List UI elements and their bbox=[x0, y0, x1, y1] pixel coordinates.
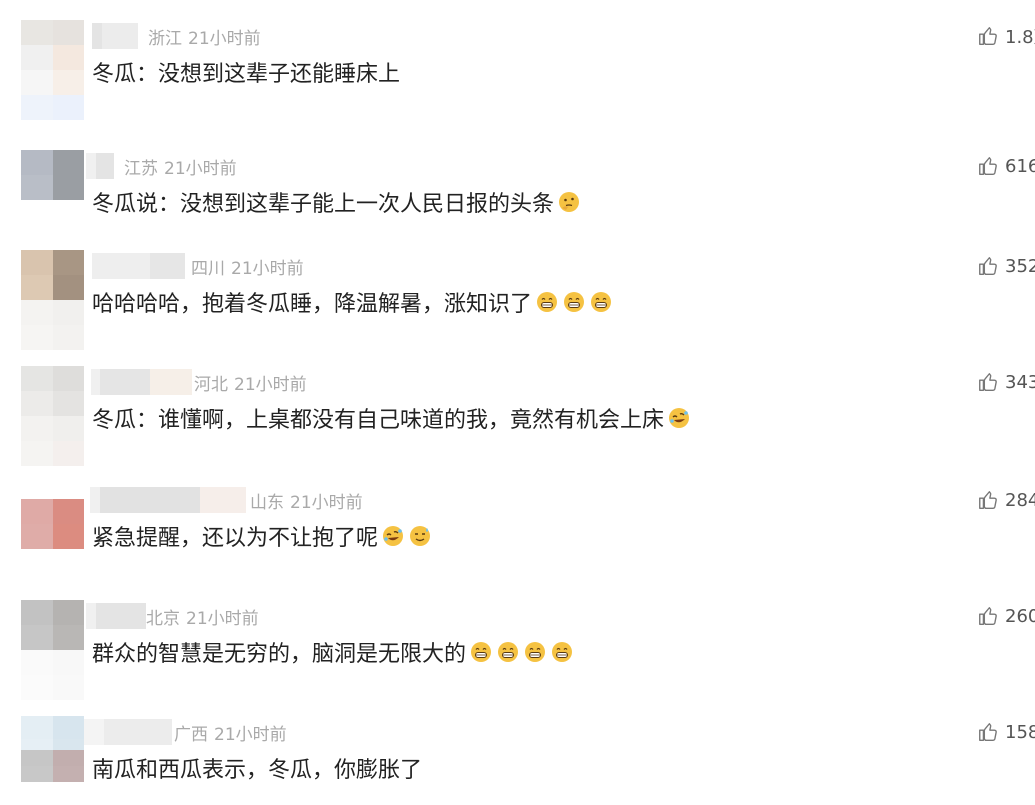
like-count: 260 bbox=[1005, 605, 1035, 627]
like-button[interactable]: 284 bbox=[977, 486, 1035, 514]
thumbs-up-icon bbox=[979, 157, 997, 175]
username-blurred[interactable] bbox=[86, 603, 146, 629]
username-blurred[interactable] bbox=[92, 23, 138, 49]
sweat-smile-face-icon bbox=[410, 526, 431, 546]
like-count: 352 bbox=[1005, 255, 1035, 277]
comment-text-body: 南瓜和西瓜表示，冬瓜，你膨胀了 bbox=[92, 758, 423, 783]
avatar[interactable] bbox=[21, 366, 84, 416]
avatar[interactable] bbox=[21, 150, 84, 200]
avatar-lower bbox=[21, 70, 84, 120]
timestamp: 21小时前 bbox=[214, 724, 287, 745]
location-label: 广西 bbox=[174, 724, 208, 745]
grinning-face-icon bbox=[471, 642, 492, 662]
avatar-lower bbox=[21, 416, 84, 466]
comment-text: 群众的智慧是无穷的，脑洞是无限大的 bbox=[92, 636, 574, 668]
avatar-lower bbox=[21, 650, 84, 700]
like-button[interactable]: 1.8万 bbox=[977, 22, 1035, 50]
avatar[interactable] bbox=[21, 20, 84, 70]
grinning-face-icon bbox=[498, 642, 519, 662]
comment-text: 冬瓜说：没想到这辈子能上一次人民日报的头条 bbox=[92, 186, 581, 218]
grinning-face-icon bbox=[537, 292, 558, 312]
username-blurred[interactable] bbox=[90, 487, 246, 513]
thinking-face-icon bbox=[559, 192, 580, 212]
thumbs-up-icon bbox=[979, 723, 997, 741]
comment-item: 浙江 21小时前 冬瓜：没想到这辈子还能睡床上 1.8万 bbox=[0, 20, 1035, 130]
timestamp: 21小时前 bbox=[164, 158, 237, 179]
rolling-laughing-face-icon bbox=[383, 526, 404, 546]
comment-meta: 浙江 21小时前 bbox=[88, 22, 261, 50]
grinning-face-icon bbox=[564, 292, 585, 312]
like-count: 616 bbox=[1005, 155, 1035, 177]
avatar-lower bbox=[21, 750, 84, 782]
comment-text: 紧急提醒，还以为不让抱了呢 bbox=[92, 520, 432, 552]
comment-item: 四川 21小时前 哈哈哈哈，抱着冬瓜睡，降温解暑，涨知识了 352 bbox=[0, 250, 1035, 360]
comment-list: 浙江 21小时前 冬瓜：没想到这辈子还能睡床上 1.8万 江苏 21小时前 冬瓜… bbox=[0, 0, 1035, 805]
comment-meta: 山东 21小时前 bbox=[88, 486, 363, 514]
grinning-face-icon bbox=[591, 292, 612, 312]
comment-text-body: 冬瓜说：没想到这辈子能上一次人民日报的头条 bbox=[92, 192, 555, 217]
timestamp: 21小时前 bbox=[188, 28, 261, 49]
like-button[interactable]: 352 bbox=[977, 252, 1035, 280]
rolling-laughing-face-icon bbox=[669, 408, 690, 428]
comment-text-body: 哈哈哈哈，抱着冬瓜睡，降温解暑，涨知识了 bbox=[92, 292, 533, 317]
comment-item: 北京 21小时前 群众的智慧是无穷的，脑洞是无限大的 260 bbox=[0, 600, 1035, 710]
like-count: 343 bbox=[1005, 371, 1035, 393]
thumbs-up-icon bbox=[979, 257, 997, 275]
like-button[interactable]: 616 bbox=[977, 152, 1035, 180]
comment-item: 山东 21小时前 紧急提醒，还以为不让抱了呢 284 bbox=[0, 484, 1035, 594]
comment-item: 江苏 21小时前 冬瓜说：没想到这辈子能上一次人民日报的头条 616 bbox=[0, 150, 1035, 260]
timestamp: 21小时前 bbox=[231, 258, 304, 279]
timestamp: 21小时前 bbox=[290, 492, 363, 513]
comment-item: 河北 21小时前 冬瓜：谁懂啊，上桌都没有自己味道的我，竟然有机会上床 343 bbox=[0, 366, 1035, 476]
comment-meta: 四川 21小时前 bbox=[88, 252, 304, 280]
comment-meta: 北京 21小时前 bbox=[86, 602, 259, 630]
comment-text: 冬瓜：没想到这辈子还能睡床上 bbox=[92, 56, 400, 88]
location-label: 四川 bbox=[191, 258, 225, 279]
location-label: 河北 bbox=[194, 374, 228, 395]
username-blurred[interactable] bbox=[92, 253, 185, 279]
timestamp: 21小时前 bbox=[234, 374, 307, 395]
comment-text: 哈哈哈哈，抱着冬瓜睡，降温解暑，涨知识了 bbox=[92, 286, 613, 318]
comment-meta: 江苏 21小时前 bbox=[86, 152, 237, 180]
avatar-lower bbox=[21, 300, 84, 350]
avatar[interactable] bbox=[21, 250, 84, 300]
location-label: 北京 bbox=[146, 608, 180, 629]
like-count: 158 bbox=[1005, 721, 1035, 743]
like-button[interactable]: 343 bbox=[977, 368, 1035, 396]
comment-text-body: 紧急提醒，还以为不让抱了呢 bbox=[92, 526, 379, 551]
like-button[interactable]: 158 bbox=[977, 718, 1035, 746]
thumbs-up-icon bbox=[979, 27, 997, 45]
timestamp: 21小时前 bbox=[186, 608, 259, 629]
like-count: 1.8万 bbox=[1005, 27, 1035, 48]
grinning-face-icon bbox=[525, 642, 546, 662]
comment-text-body: 冬瓜：没想到这辈子还能睡床上 bbox=[92, 62, 401, 87]
comment-item: 广西 21小时前 南瓜和西瓜表示，冬瓜，你膨胀了 158 bbox=[0, 716, 1035, 805]
comment-text: 冬瓜：谁懂啊，上桌都没有自己味道的我，竟然有机会上床 bbox=[92, 402, 691, 434]
comment-text-body: 群众的智慧是无穷的，脑洞是无限大的 bbox=[92, 642, 467, 667]
grinning-face-icon bbox=[552, 642, 573, 662]
avatar[interactable] bbox=[21, 600, 84, 650]
avatar[interactable] bbox=[21, 499, 84, 549]
comment-meta: 广西 21小时前 bbox=[84, 718, 287, 746]
username-blurred[interactable] bbox=[84, 719, 172, 745]
like-count: 284 bbox=[1005, 489, 1035, 511]
thumbs-up-icon bbox=[979, 373, 997, 391]
thumbs-up-icon bbox=[979, 491, 997, 509]
comment-text: 南瓜和西瓜表示，冬瓜，你膨胀了 bbox=[92, 752, 422, 784]
thumbs-up-icon bbox=[979, 607, 997, 625]
like-button[interactable]: 260 bbox=[977, 602, 1035, 630]
username-blurred[interactable] bbox=[86, 153, 114, 179]
comment-text-body: 冬瓜：谁懂啊，上桌都没有自己味道的我，竟然有机会上床 bbox=[92, 408, 665, 433]
comment-meta: 河北 21小时前 bbox=[88, 368, 307, 396]
username-blurred[interactable] bbox=[91, 369, 192, 395]
location-label: 山东 bbox=[250, 492, 284, 513]
location-label: 江苏 bbox=[124, 158, 158, 179]
location-label: 浙江 bbox=[148, 28, 182, 49]
